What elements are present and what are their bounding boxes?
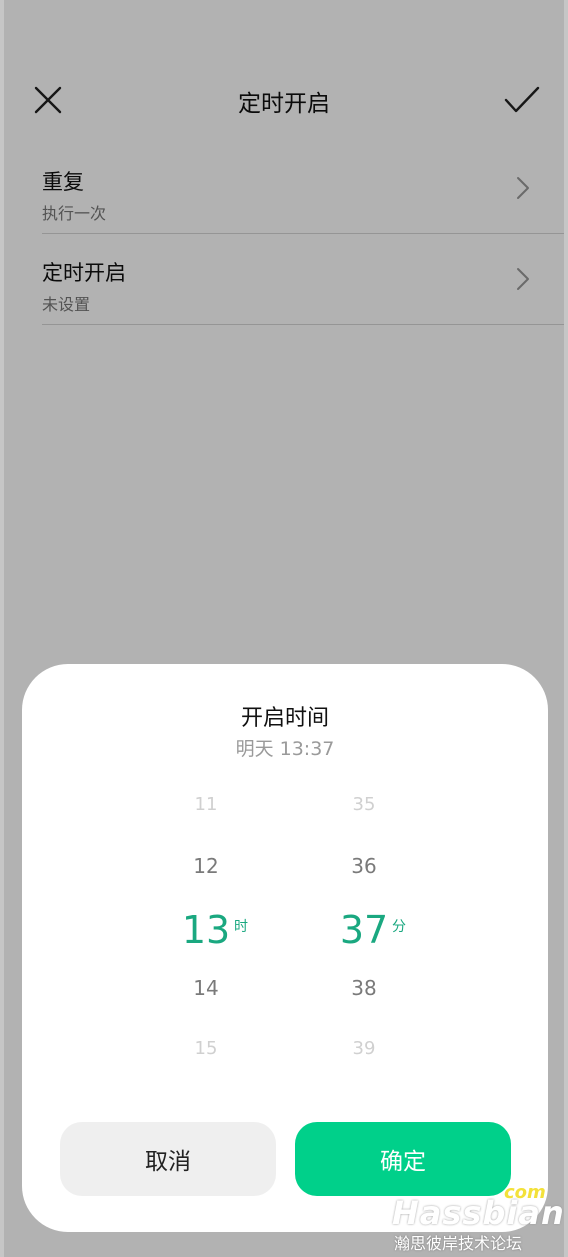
hour-option[interactable]: 11 (146, 794, 266, 815)
hour-option[interactable]: 14 (146, 976, 266, 1000)
watermark-subtitle: 瀚思彼岸技术论坛 (394, 1234, 523, 1253)
time-picker-sheet: 开启时间 明天 13:37 11 12 13 时 14 15 35 36 37 … (22, 664, 548, 1232)
hour-unit-label: 时 (234, 919, 248, 935)
right-edge-bar (564, 0, 568, 1257)
minute-option[interactable]: 35 (304, 794, 424, 815)
minute-option[interactable]: 39 (304, 1038, 424, 1059)
watermark-logo: Hassbian (392, 1194, 565, 1232)
sheet-title: 开启时间 (240, 706, 329, 731)
selected-minute[interactable]: 37 (304, 908, 424, 952)
selected-hour[interactable]: 13 (146, 908, 266, 952)
hour-option[interactable]: 15 (146, 1038, 266, 1059)
minute-unit-label: 分 (392, 919, 406, 935)
left-edge-bar (0, 0, 4, 1257)
minute-option[interactable]: 38 (304, 976, 424, 1000)
watermark: com Hassbian 瀚思彼岸技术论坛 (392, 1182, 565, 1254)
cancel-button[interactable]: 取消 (60, 1122, 276, 1196)
minute-wheel[interactable]: 35 36 37 分 38 39 (304, 788, 424, 1078)
minute-option[interactable]: 36 (304, 854, 424, 878)
hour-option[interactable]: 12 (146, 854, 266, 878)
time-summary: 明天 13:37 (235, 738, 335, 760)
hour-wheel[interactable]: 11 12 13 时 14 15 (146, 788, 266, 1078)
